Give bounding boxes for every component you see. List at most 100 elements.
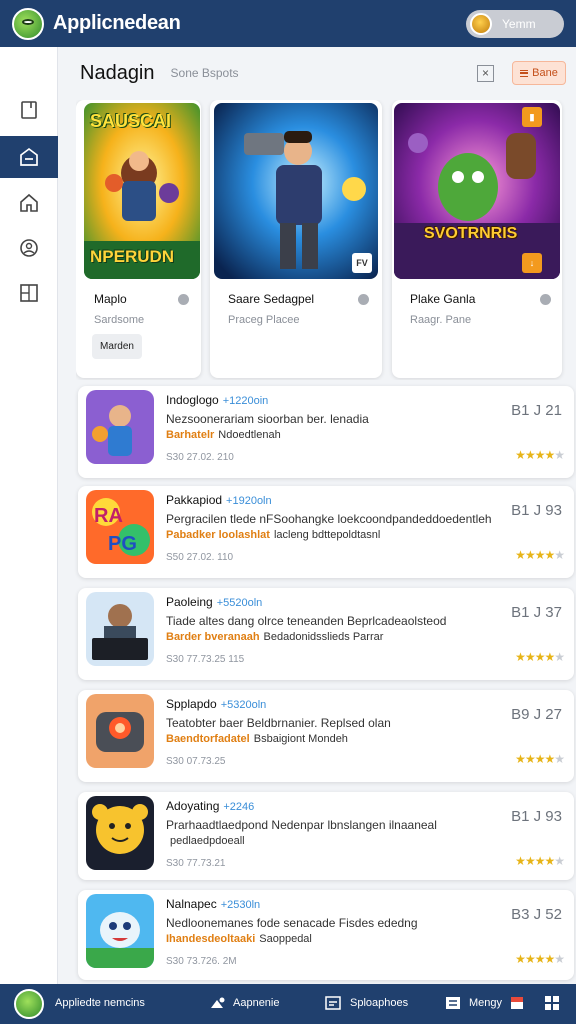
- sidebar-item-profile[interactable]: [0, 227, 58, 269]
- layout-icon: [20, 284, 38, 302]
- rating-stars: ★★★★★: [515, 548, 565, 562]
- app-price: B1 J 37: [511, 604, 562, 621]
- app-meta: S30 73.726. 2M: [166, 956, 237, 967]
- sidebar-item-store[interactable]: [0, 136, 58, 178]
- app-thumbnail: [86, 694, 154, 768]
- app-description: Nezsoonerariam sioorban ber. lenadia: [166, 412, 369, 426]
- game-action-button[interactable]: Marden: [92, 334, 142, 359]
- star-icon: ★: [534, 650, 546, 664]
- close-icon: ×: [481, 66, 489, 80]
- home-icon: [20, 193, 38, 212]
- star-icon: ★: [544, 752, 555, 766]
- top-bar: Applicnedean Yemm: [0, 0, 576, 47]
- app-subtitle: Baendtorfadatel Bsbaigiont Mondeh: [166, 733, 348, 745]
- star-icon: ★: [534, 854, 546, 868]
- header-button-label: Bane: [532, 67, 558, 79]
- app-tag: +2246: [223, 801, 255, 813]
- star-icon: ★: [534, 952, 546, 966]
- star-icon: ★: [515, 448, 526, 462]
- cover-title: SVOTRNRIS: [424, 225, 518, 242]
- more-icon[interactable]: [358, 294, 369, 305]
- app-thumbnail: [86, 592, 154, 666]
- list-icon[interactable]: [445, 995, 461, 1011]
- game-badge: FV: [352, 253, 372, 273]
- store-icon: [20, 147, 38, 166]
- rating-stars: ★★★★★: [515, 952, 565, 966]
- bottom-label-my[interactable]: Mengy: [469, 997, 502, 1009]
- app-title: Pakkapiod +1920oln: [166, 493, 272, 507]
- more-icon[interactable]: [540, 294, 551, 305]
- app-title: Nalnapec +2530ln: [166, 897, 261, 911]
- game-genre: Praceg Placee: [228, 314, 300, 326]
- app-tag: +5520oln: [216, 597, 263, 609]
- close-button[interactable]: ×: [477, 64, 494, 82]
- bottom-label-explore[interactable]: Sploaphoes: [350, 997, 408, 1009]
- star-icon: ★: [524, 854, 536, 868]
- list-item[interactable]: Nalnapec +2530ln Nedloonemanes fode senac…: [78, 890, 574, 980]
- cover-title: SAUSCAI: [90, 111, 172, 131]
- app-price: B1 J 93: [511, 502, 562, 519]
- app-price: B1 J 21: [511, 402, 562, 419]
- app-subtitle: Barder bveranaah Bedadonidsslieds Parrar: [166, 631, 384, 643]
- user-icon: [20, 239, 38, 257]
- app-meta: S30 77.73.21: [166, 858, 226, 869]
- menu-grid-icon[interactable]: [544, 995, 560, 1011]
- app-subtitle: Barhatelr Ndoedtlenah: [166, 429, 281, 441]
- share-icon[interactable]: [208, 995, 226, 1013]
- app-description: Pergracilen tlede nFSoohangke loekcoondp…: [166, 512, 492, 526]
- list-item[interactable]: Spplapdo +5320oln Teatobter baer Beldbrna…: [78, 690, 574, 782]
- app-thumbnail: [86, 894, 154, 968]
- rating-stars: ★★★★★: [515, 448, 565, 462]
- star-icon: ★: [544, 650, 555, 664]
- page-header: Nadagin Sone Bspots × Bane: [80, 58, 566, 88]
- app-description: Tiade altes dang olrce teneanden Beprlca…: [166, 614, 447, 628]
- header-action-button[interactable]: Bane: [512, 61, 566, 85]
- app-price: B9 J 27: [511, 706, 562, 723]
- avatar[interactable]: [14, 989, 44, 1019]
- featured-card[interactable]: SVOTRNRIS ▮ ↓ Plake Ganla Raagr. Pane: [392, 100, 562, 378]
- app-tag: +2530ln: [220, 899, 261, 911]
- grid-icon[interactable]: [325, 995, 341, 1011]
- app-logo[interactable]: [12, 7, 44, 40]
- download-icon[interactable]: ↓: [522, 253, 542, 273]
- app-thumbnail: RA PG: [86, 490, 154, 564]
- app-tag: +5320oln: [220, 699, 267, 711]
- notification-icon[interactable]: [510, 995, 524, 1011]
- star-icon: ★: [544, 952, 555, 966]
- bottom-label-home[interactable]: Appliedte nemcins: [55, 997, 145, 1009]
- star-icon: ★: [554, 952, 565, 966]
- app-meta: S50 27.02. 110: [166, 552, 234, 563]
- star-icon: ★: [554, 854, 565, 868]
- featured-card[interactable]: FV Saare Sedagpel Praceg Placee: [210, 100, 382, 378]
- list-item[interactable]: Paoleing +5520oln Tiade altes dang olrce …: [78, 588, 574, 680]
- star-icon: ★: [544, 548, 555, 562]
- list-item[interactable]: Adoyating +2246 Prarhaadtlaedpond Nedenpa…: [78, 792, 574, 880]
- app-meta: S30 27.02. 210: [166, 452, 234, 463]
- app-title: Spplapdo +5320oln: [166, 697, 267, 711]
- user-menu[interactable]: Yemm: [466, 9, 564, 38]
- star-icon: ★: [544, 448, 555, 462]
- star-icon: ★: [524, 448, 536, 462]
- user-name: Yemm: [502, 16, 536, 31]
- more-icon[interactable]: [178, 294, 189, 305]
- featured-card[interactable]: SAUSCAI NPERUDN Maplo Sardsome Marden: [76, 100, 201, 378]
- sidebar-item-layout[interactable]: [0, 272, 58, 314]
- list-item[interactable]: RA PG Pakkapiod +1920oln Pergracilen tlede…: [78, 486, 574, 578]
- app-description: Nedloonemanes fode senacade Fisdes ededn…: [166, 916, 418, 930]
- star-icon: ★: [534, 448, 546, 462]
- app-description: Prarhaadtlaedpond Nedenpar lbnslangen il…: [166, 818, 437, 832]
- featured-carousel: SAUSCAI NPERUDN Maplo Sardsome Marden FV…: [76, 100, 576, 380]
- bottom-label-apps[interactable]: Aapnenie: [233, 997, 280, 1009]
- sidebar-item-home[interactable]: [0, 182, 58, 224]
- app-price: B1 J 93: [511, 808, 562, 825]
- sidebar-item-documents[interactable]: [0, 89, 58, 131]
- document-icon: [21, 101, 37, 119]
- star-icon: ★: [524, 650, 536, 664]
- rating-stars: ★★★★★: [515, 854, 565, 868]
- game-name: Saare Sedagpel: [228, 292, 315, 306]
- bookmark-icon[interactable]: ▮: [522, 107, 542, 127]
- star-icon: ★: [554, 752, 565, 766]
- avatar: [470, 12, 492, 35]
- bottom-bar: Appliedte nemcins Aapnenie Sploaphoes Me…: [0, 984, 576, 1024]
- list-item[interactable]: Indoglogo +1220oin Nezsoonerariam sioorba…: [78, 386, 574, 478]
